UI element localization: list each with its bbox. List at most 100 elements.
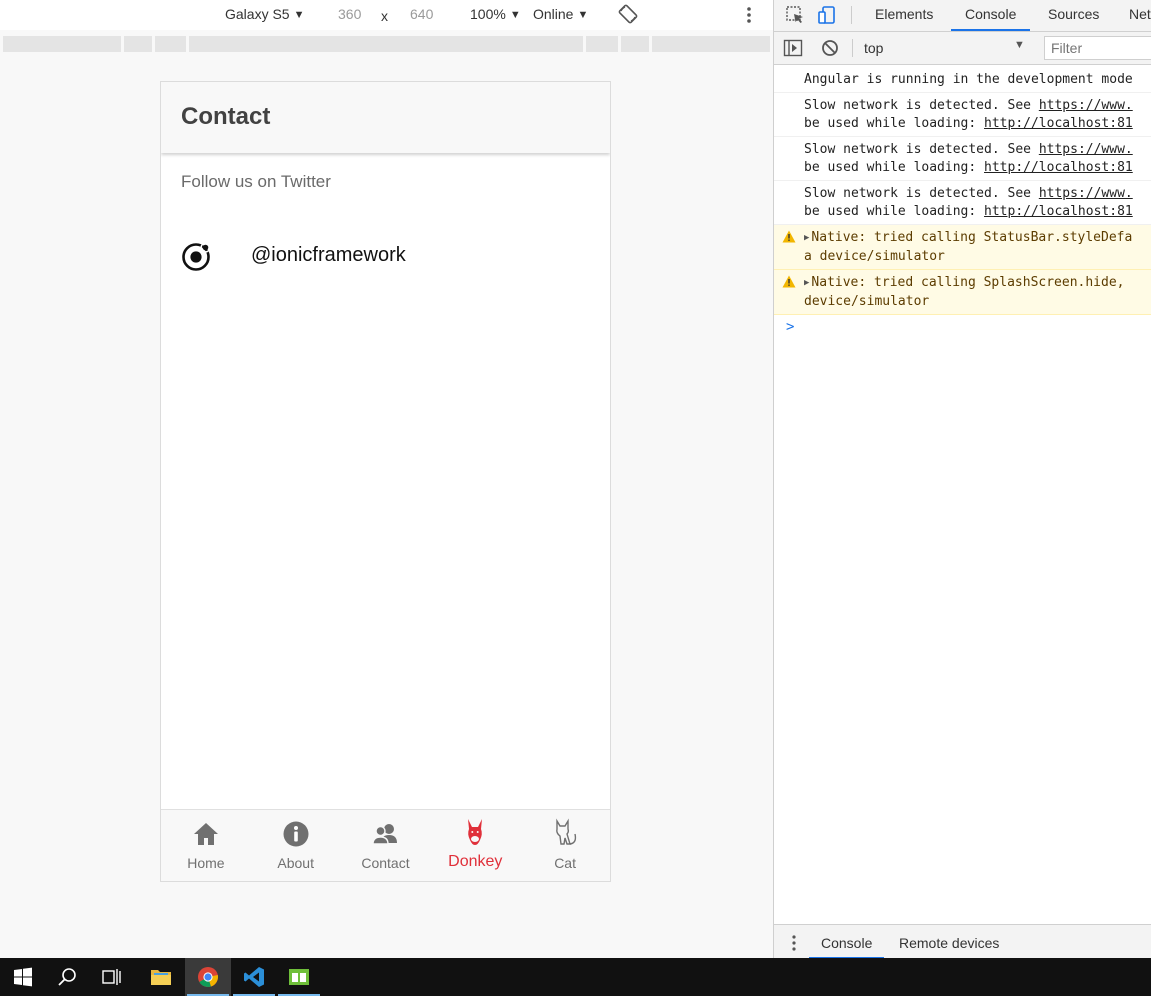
ruler-segment[interactable] (124, 36, 152, 52)
start-button[interactable] (0, 958, 46, 996)
rotate-icon[interactable] (618, 4, 638, 24)
toolbar-divider (852, 39, 853, 57)
chrome-button[interactable] (185, 958, 231, 996)
page-title: Contact (181, 103, 271, 130)
info-icon (283, 821, 309, 847)
twitter-handle: @ionicframework (251, 244, 406, 266)
more-options-icon[interactable] (790, 934, 798, 952)
caret-down-icon[interactable]: ▼ (1014, 39, 1025, 51)
message-link[interactable]: http://localhost:81 (984, 160, 1133, 175)
more-options-icon[interactable] (744, 6, 754, 24)
tab-sources[interactable]: Sources (1048, 6, 1099, 22)
message-text: be used while loading: (804, 116, 985, 131)
emulated-viewport: Galaxy S5 ▼ 360 x 640 100% ▼ Online ▼ Conta… (0, 0, 773, 958)
device-toolbar-toggle-icon[interactable] (817, 5, 837, 25)
app-window-icon (289, 969, 309, 985)
tab-donkey[interactable]: Donkey (430, 810, 520, 881)
ruler-segment[interactable] (189, 36, 583, 52)
message-link[interactable]: https://www. (1039, 98, 1133, 113)
tab-home[interactable]: Home (161, 810, 251, 881)
app-button[interactable] (276, 958, 322, 996)
message-link[interactable]: http://localhost:81 (984, 204, 1133, 219)
drawer-tab-console[interactable]: Console (808, 935, 885, 958)
console-messages: Angular is running in the development mo… (774, 67, 1151, 335)
device-select[interactable]: Galaxy S5 ▼ (225, 6, 304, 22)
ruler-segment[interactable] (155, 36, 186, 52)
app-header: Contact (161, 82, 610, 153)
windows-logo-icon (14, 967, 32, 987)
message-link[interactable]: https://www. (1039, 186, 1133, 201)
message-text: Native: tried calling SplashScreen.hide, (811, 275, 1125, 290)
file-explorer-button[interactable] (138, 958, 184, 996)
vscode-icon (244, 967, 264, 987)
sidebar-toggle-icon[interactable] (783, 39, 803, 57)
cat-icon (556, 818, 577, 845)
caret-down-icon: ▼ (293, 9, 305, 21)
message-link[interactable]: https://www. (1039, 142, 1133, 157)
media-query-ruler[interactable] (0, 34, 773, 54)
follow-heading: Follow us on Twitter (181, 172, 331, 191)
ruler-segment[interactable] (3, 36, 121, 52)
contacts-icon (372, 824, 398, 845)
console-message: Slow network is detected. See https://ww… (774, 93, 1151, 137)
context-select[interactable]: top (864, 40, 883, 56)
device-name: Galaxy S5 (225, 6, 290, 22)
message-text: be used while loading: (804, 160, 985, 175)
zoom-select[interactable]: 100% ▼ (470, 6, 521, 22)
zoom-value: 100% (470, 6, 506, 22)
warning-icon (782, 230, 796, 243)
message-text: Slow network is detected. See (804, 98, 1039, 113)
tab-network[interactable]: Net (1129, 6, 1151, 22)
console-prompt[interactable]: > (774, 315, 1151, 335)
message-link[interactable]: http://localhost:81 (984, 116, 1133, 131)
dimension-separator: x (381, 8, 388, 24)
folder-icon (151, 970, 171, 985)
prompt-chevron-icon: > (786, 319, 795, 335)
tab-label: Cat (554, 855, 576, 871)
devtools-drawer: Console Remote devices (774, 924, 1151, 958)
task-view-button[interactable] (89, 958, 135, 996)
console-message: Slow network is detected. See https://ww… (774, 137, 1151, 181)
inspect-element-icon[interactable] (785, 5, 805, 25)
devtools-panel: Elements Console Sources Net top ▼ Angul… (773, 0, 1151, 958)
devtools-tabbar: Elements Console Sources Net (774, 0, 1151, 32)
message-text: be used while loading: (804, 204, 985, 219)
tab-contact[interactable]: Contact (341, 810, 431, 881)
message-text: Angular is running in the development mo… (804, 72, 1133, 87)
task-view-icon (102, 969, 121, 985)
console-warning[interactable]: ▶ Native: tried calling SplashScreen.hide… (774, 270, 1151, 315)
ruler-segment[interactable] (621, 36, 649, 52)
twitter-list-item[interactable]: @ionicframework (161, 234, 610, 280)
tab-elements[interactable]: Elements (875, 6, 933, 22)
search-button[interactable] (44, 958, 90, 996)
caret-down-icon: ▼ (577, 9, 589, 21)
toolbar-divider (851, 6, 852, 24)
windows-taskbar (0, 958, 1151, 996)
width-input[interactable]: 360 (338, 6, 361, 22)
message-text: Slow network is detected. See (804, 186, 1039, 201)
expand-triangle-icon[interactable]: ▶ (804, 278, 809, 288)
home-icon (193, 823, 218, 845)
tab-label: About (277, 855, 314, 871)
clear-console-icon[interactable] (820, 39, 840, 57)
vscode-button[interactable] (231, 958, 277, 996)
phone-screen: Contact Follow us on Twitter @ionicframe… (160, 81, 611, 882)
console-toolbar: top ▼ (774, 32, 1151, 65)
tab-bar: Home About Contact Donkey Cat (161, 809, 610, 881)
message-text: Slow network is detected. See (804, 142, 1039, 157)
expand-triangle-icon[interactable]: ▶ (804, 233, 809, 243)
ruler-segment[interactable] (652, 36, 770, 52)
tab-console[interactable]: Console (950, 6, 1031, 31)
network-throttle-select[interactable]: Online ▼ (533, 6, 588, 22)
console-warning[interactable]: ▶ Native: tried calling StatusBar.styleDe… (774, 225, 1151, 270)
tab-label: Donkey (448, 853, 503, 870)
donkey-icon (468, 819, 483, 845)
search-icon (58, 968, 76, 986)
ruler-segment[interactable] (586, 36, 618, 52)
console-filter-input[interactable] (1044, 36, 1151, 60)
height-input[interactable]: 640 (410, 6, 433, 22)
drawer-tab-remote-devices[interactable]: Remote devices (899, 935, 999, 951)
message-text: device/simulator (804, 294, 930, 309)
tab-about[interactable]: About (251, 810, 341, 881)
tab-cat[interactable]: Cat (520, 810, 610, 881)
